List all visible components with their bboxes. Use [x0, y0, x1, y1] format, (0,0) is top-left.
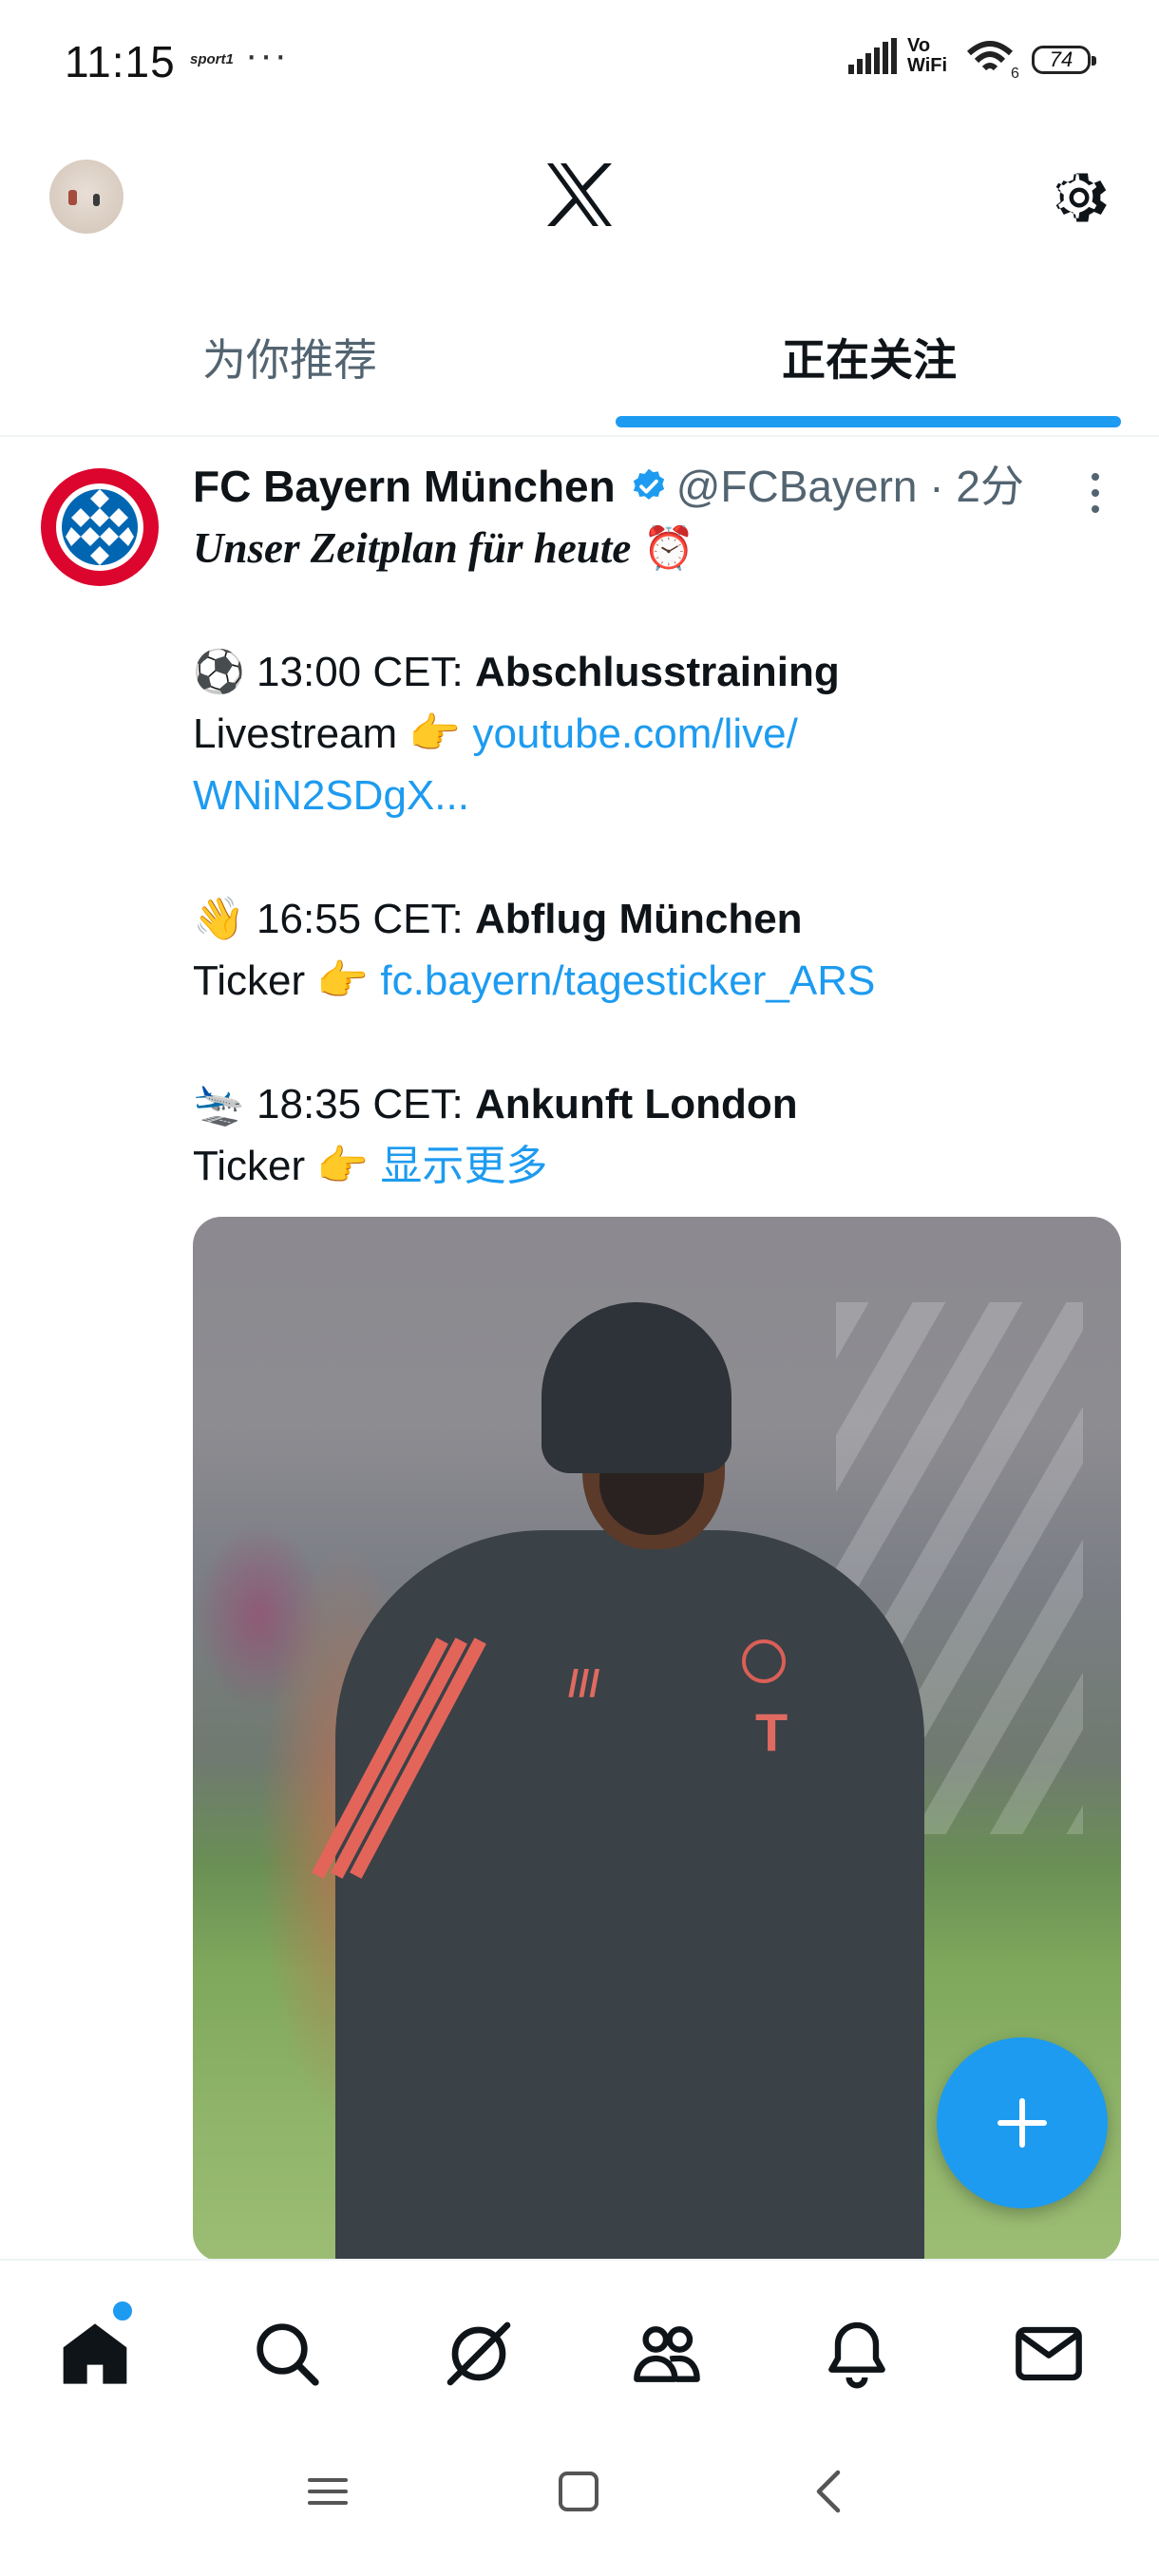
departure-title: Abflug München — [474, 896, 803, 942]
notifications-bell-icon[interactable] — [819, 2316, 895, 2392]
status-time: 11:15 — [65, 37, 176, 86]
departure-time: 16:55 CET: — [244, 896, 475, 942]
vowifi-icon: Vo WiFi — [907, 36, 947, 76]
home-notification-dot — [110, 2299, 135, 2323]
ticker-label: Ticker — [193, 957, 317, 1004]
youtube-link-continuation[interactable]: WNiN2SDgX... — [193, 772, 469, 819]
communities-icon[interactable] — [629, 2316, 705, 2392]
compose-post-button[interactable] — [937, 2037, 1108, 2208]
wifi-label: 6 — [1011, 66, 1019, 80]
alarm-clock-emoji: ⏰ — [642, 525, 695, 572]
grok-icon[interactable] — [441, 2316, 517, 2392]
vowifi-bottom: WiFi — [907, 55, 948, 76]
pointing-hand-emoji: 👉 — [408, 710, 462, 757]
search-icon[interactable] — [249, 2316, 325, 2392]
arrival-title: Ankunft London — [474, 1081, 798, 1127]
tab-following[interactable]: 正在关注 — [580, 285, 1159, 435]
gear-icon[interactable] — [1045, 163, 1113, 232]
tab-for-you[interactable]: 为你推荐 — [0, 285, 580, 435]
airplane-arrival-emoji: 🛬 — [193, 1081, 245, 1127]
livestream-link-continuation: WNiN2SDgX... — [193, 765, 1133, 826]
battery-level: 74 — [1049, 47, 1074, 71]
system-navigation-bar — [0, 2439, 1159, 2576]
signal-strength-icon — [848, 38, 897, 74]
jacket-club-crest — [742, 1639, 786, 1683]
tweet-handle[interactable]: @FCBayern — [676, 462, 918, 511]
recents-menu-icon[interactable] — [304, 2468, 352, 2515]
ticker-line-2: Ticker 👉 显示更多 — [193, 1135, 1133, 1197]
timeline-tabs: 为你推荐 正在关注 — [0, 285, 1159, 437]
bottom-navigation — [0, 2259, 1159, 2441]
youtube-link[interactable]: youtube.com/live/ — [472, 710, 797, 757]
more-notifications-icon: ··· — [245, 34, 289, 76]
more-options-icon[interactable] — [1089, 469, 1102, 517]
tweet-author-name[interactable]: FC Bayern München — [193, 462, 616, 511]
plus-icon — [998, 2098, 1047, 2148]
battery-icon: 74 — [1032, 46, 1096, 74]
training-title: Abschlusstraining — [474, 649, 840, 695]
vowifi-top: Vo — [907, 35, 931, 56]
ticker-link[interactable]: fc.bayern/tagesticker_ARS — [380, 957, 875, 1004]
home-icon[interactable] — [57, 2316, 133, 2392]
tweet-text: Unser Zeitplan für heute ⏰ ⚽ 13:00 CET: … — [193, 518, 1133, 1197]
jacket-brand-logo: /// — [568, 1663, 600, 1705]
schedule-line-arrival: 🛬 18:35 CET: Ankunft London — [193, 1073, 1133, 1135]
jacket-sponsor-logo: T — [755, 1702, 788, 1762]
livestream-line: Livestream 👉 youtube.com/live/ — [193, 703, 1133, 765]
coach-jacket — [335, 1530, 924, 2262]
tweet-headline: Unser Zeitplan für heute — [193, 524, 632, 572]
soccer-ball-emoji: ⚽ — [193, 649, 245, 695]
wifi-icon: 6 — [966, 41, 1019, 80]
schedule-line-departure: 👋 16:55 CET: Abflug München — [193, 888, 1133, 950]
ticker-label: Ticker — [193, 1143, 317, 1189]
pointing-hand-emoji: 👉 — [316, 957, 370, 1004]
separator-dot: · — [918, 462, 957, 511]
tweet-headline-line: Unser Zeitplan für heute ⏰ — [193, 518, 1133, 579]
livestream-label: Livestream — [193, 710, 409, 757]
avatar-figure — [68, 190, 77, 205]
messages-envelope-icon[interactable] — [1011, 2316, 1087, 2392]
x-logo-icon — [547, 163, 612, 226]
pointing-hand-emoji: 👉 — [316, 1143, 370, 1189]
schedule-line-training: ⚽ 13:00 CET: Abschlusstraining — [193, 641, 1133, 703]
status-bar: 11:15 sport1 ··· Vo WiFi 6 74 — [0, 0, 1159, 133]
separator-dot-char: · — [929, 462, 944, 511]
profile-avatar[interactable] — [49, 160, 124, 234]
verified-badge-icon — [633, 468, 664, 500]
tweet-time[interactable]: 2分 — [956, 462, 1024, 511]
notification-app-icon: sport1 — [190, 51, 234, 67]
arrival-time: 18:35 CET: — [244, 1081, 475, 1127]
tweet-header: FC Bayern München @FCBayern · 2分 — [193, 458, 1024, 515]
ticker-line: Ticker 👉 fc.bayern/tagesticker_ARS — [193, 950, 1133, 1012]
training-time: 13:00 CET: — [244, 649, 475, 695]
back-chevron-icon[interactable] — [809, 2468, 847, 2515]
fc-bayern-logo-avatar[interactable] — [40, 467, 160, 587]
home-square-icon[interactable] — [555, 2468, 602, 2515]
waving-hand-emoji: 👋 — [193, 896, 245, 942]
active-tab-indicator — [616, 416, 1121, 427]
avatar-figure — [93, 194, 100, 206]
coach-beanie — [542, 1302, 732, 1473]
show-more-link[interactable]: 显示更多 — [380, 1143, 547, 1189]
